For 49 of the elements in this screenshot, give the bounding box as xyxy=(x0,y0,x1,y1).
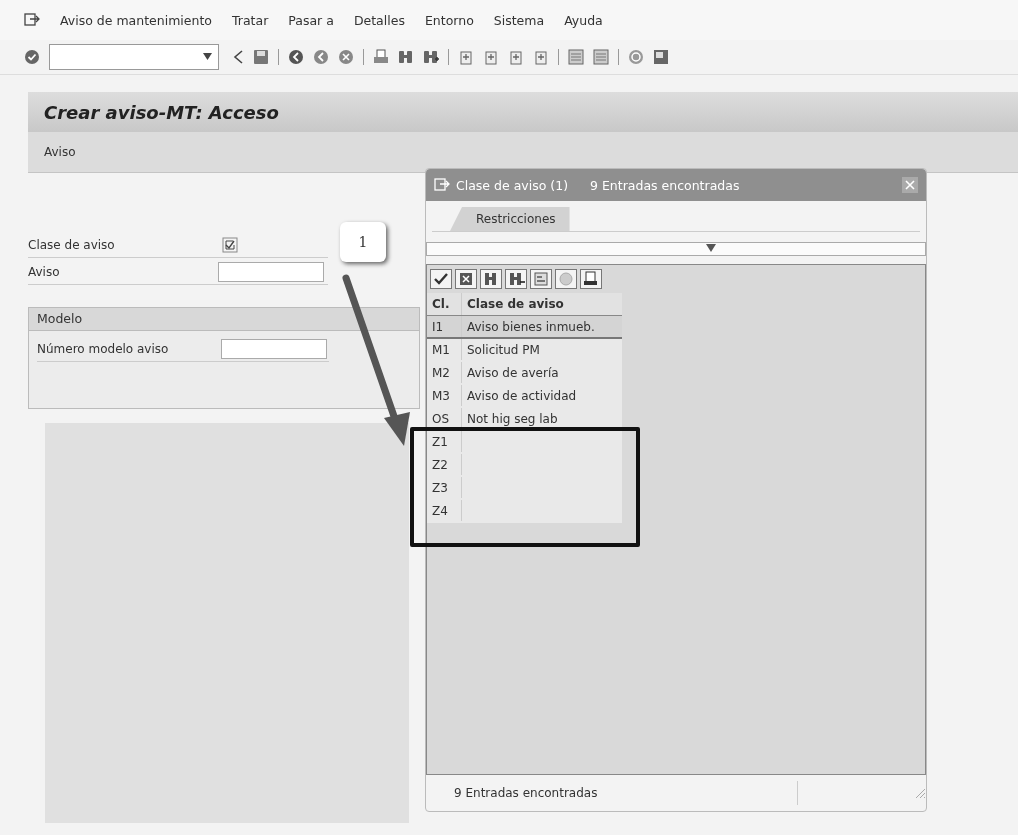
status-text: 9 Entradas encontradas xyxy=(454,786,598,800)
field-label: Aviso xyxy=(28,265,61,279)
menu-item[interactable]: Entorno xyxy=(424,12,474,28)
menu-icon[interactable] xyxy=(24,13,40,27)
callout-number: 1 xyxy=(340,222,386,262)
binoculars-icon[interactable] xyxy=(480,269,502,289)
page-nav-icon[interactable] xyxy=(508,49,524,65)
close-icon[interactable] xyxy=(902,177,918,193)
screen-title: Crear aviso-MT: Acceso xyxy=(44,101,279,123)
customize-icon[interactable] xyxy=(653,49,669,65)
save-icon[interactable] xyxy=(253,49,269,65)
dialog-title: Clase de aviso (1) xyxy=(456,177,568,193)
help-icon[interactable] xyxy=(628,49,644,65)
input-field[interactable] xyxy=(218,262,324,282)
binoculars-plus-icon[interactable] xyxy=(505,269,527,289)
print-icon[interactable] xyxy=(580,269,602,289)
check-icon[interactable] xyxy=(430,269,452,289)
expand-icon[interactable] xyxy=(705,243,717,253)
binoculars-icon[interactable] xyxy=(398,49,414,65)
entries-count: 9 Entradas encontradas xyxy=(590,177,740,193)
back-circle-icon[interactable] xyxy=(288,49,304,65)
binoculars-plus-icon[interactable] xyxy=(423,49,439,65)
group-title: Modelo xyxy=(29,308,419,331)
back-icon[interactable] xyxy=(232,49,244,65)
page-nav-icon[interactable] xyxy=(533,49,549,65)
cancel-circle-icon[interactable] xyxy=(338,49,354,65)
page-nav-icon[interactable] xyxy=(483,49,499,65)
field-label: Número modelo aviso xyxy=(37,342,170,356)
exit-circle-icon[interactable] xyxy=(313,49,329,65)
dialog-icon xyxy=(434,178,450,192)
dropdown-icon[interactable] xyxy=(203,53,212,60)
field-label: Clase de aviso xyxy=(28,238,116,252)
menu-item[interactable]: Aviso de mantenimiento xyxy=(60,12,212,28)
app-toolbar-button[interactable]: Aviso xyxy=(44,145,76,159)
menu-item[interactable]: Detalles xyxy=(353,12,405,28)
resize-grip-icon[interactable] xyxy=(914,787,926,799)
column-header[interactable]: Cl. xyxy=(427,293,462,316)
menu-item[interactable]: Tratar xyxy=(232,12,269,28)
cancel-icon[interactable] xyxy=(455,269,477,289)
enter-icon[interactable] xyxy=(24,49,40,65)
menu-item[interactable]: Ayuda xyxy=(564,12,603,28)
column-header[interactable]: Clase de aviso xyxy=(461,293,622,316)
page-nav-icon[interactable] xyxy=(458,49,474,65)
menu-item[interactable]: Pasar a xyxy=(288,12,334,28)
tab[interactable]: Restricciones xyxy=(450,207,570,231)
input-field[interactable] xyxy=(221,339,327,359)
command-field[interactable] xyxy=(49,44,219,70)
required-entry-icon xyxy=(222,237,238,253)
menu-item[interactable]: Sistema xyxy=(493,12,545,28)
